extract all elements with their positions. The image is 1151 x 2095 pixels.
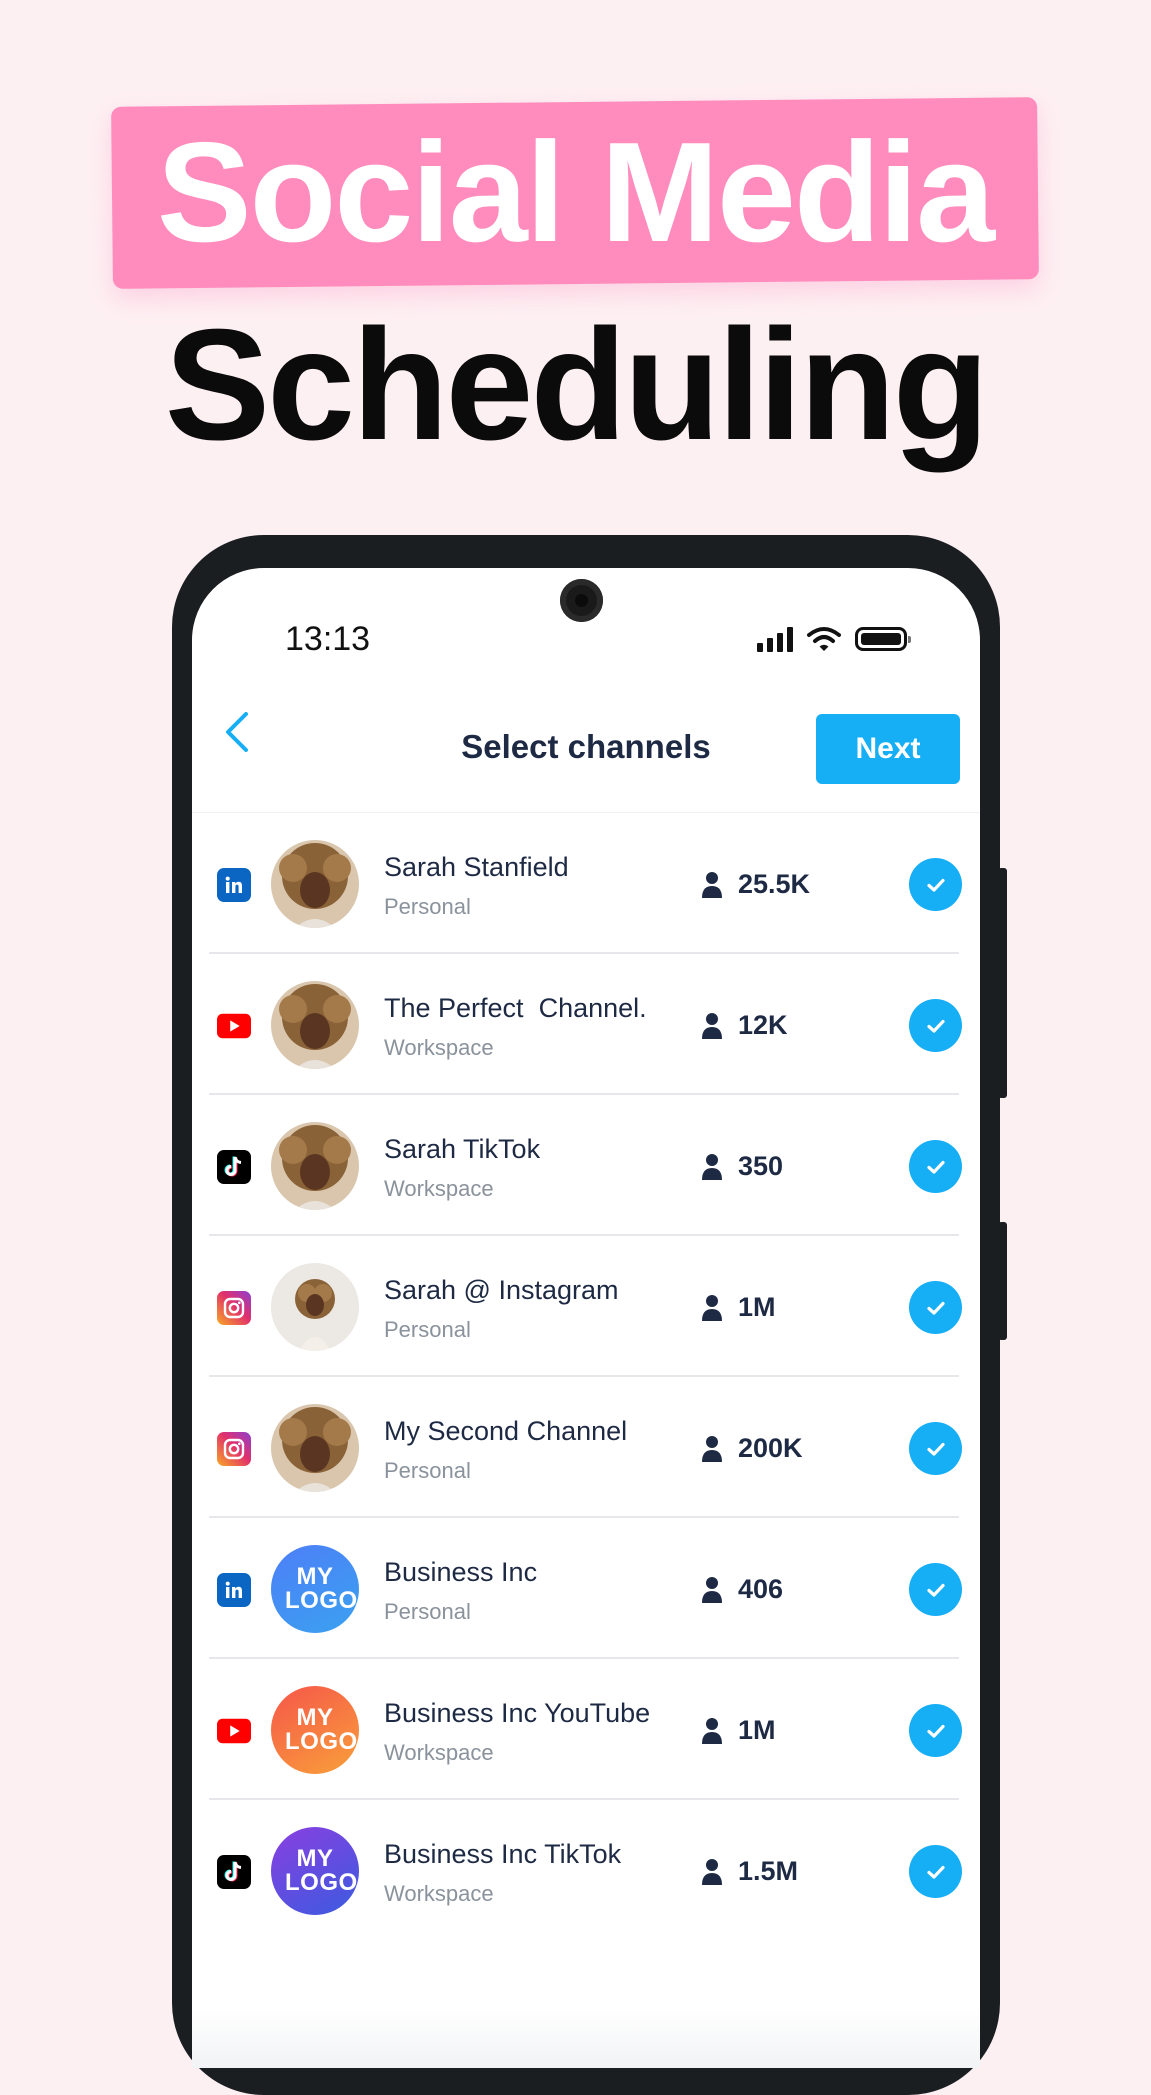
instagram-icon: [217, 1432, 251, 1466]
logo-text: MY LOGO: [285, 1563, 358, 1614]
channel-row[interactable]: Sarah @ Instagram Personal 1M: [209, 1236, 962, 1377]
person-icon: [702, 872, 722, 898]
channel-row[interactable]: My Second Channel Personal 200K: [209, 1377, 962, 1518]
avatar: MY LOGO: [271, 1827, 359, 1915]
person-icon: [702, 1154, 722, 1180]
checkmark-icon: [926, 1160, 945, 1174]
person-icon: [702, 1295, 722, 1321]
phone-side-button: [998, 868, 1007, 1098]
follower-count: 25.5K: [738, 869, 811, 899]
selected-checkbox[interactable]: [909, 1281, 962, 1334]
logo-text: MY LOGO: [285, 1845, 358, 1896]
headline-line-1: Social Media: [156, 113, 995, 272]
checkmark-icon: [926, 1724, 945, 1738]
signal-icon: [757, 626, 793, 652]
channel-type: Personal: [384, 1458, 471, 1483]
follower-count: 200K: [738, 1433, 803, 1463]
channel-name: Sarah Stanfield: [384, 852, 569, 882]
wifi-icon: [807, 627, 841, 651]
battery-icon: [855, 627, 911, 651]
avatar: [271, 1263, 359, 1351]
youtube-icon: [217, 1714, 251, 1748]
linkedin-icon: [217, 868, 251, 902]
phone-screen: 13:13 Select channels Next Sarah Stanfie…: [192, 568, 980, 2068]
avatar: [271, 840, 359, 928]
selected-checkbox[interactable]: [909, 1140, 962, 1193]
avatar: [271, 1404, 359, 1492]
follower-count: 406: [738, 1574, 784, 1604]
checkmark-icon: [926, 878, 945, 892]
channel-name: Business Inc: [384, 1557, 538, 1587]
channel-row[interactable]: MY LOGO Business Inc Personal 406: [209, 1518, 962, 1659]
channel-name: Sarah TikTok: [384, 1134, 541, 1164]
checkmark-icon: [926, 1301, 945, 1315]
person-icon: [702, 1577, 722, 1603]
person-icon: [702, 1436, 722, 1462]
channel-row[interactable]: Sarah TikTok Workspace 350: [209, 1095, 962, 1236]
channel-name: Business Inc YouTube: [384, 1698, 651, 1728]
channel-type: Workspace: [384, 1176, 494, 1201]
channel-row[interactable]: The Perfect Channel. Workspace 12K: [209, 954, 962, 1095]
avatar: [271, 981, 359, 1069]
avatar: MY LOGO: [271, 1545, 359, 1633]
camera-cutout: [560, 579, 603, 622]
selected-checkbox[interactable]: [909, 1422, 962, 1475]
selected-checkbox[interactable]: [909, 1563, 962, 1616]
follower-count: 12K: [738, 1010, 788, 1040]
follower-count: 350: [738, 1151, 784, 1181]
youtube-icon: [217, 1009, 251, 1043]
avatar: [271, 1122, 359, 1210]
avatar: MY LOGO: [271, 1686, 359, 1774]
phone-side-button: [998, 1222, 1007, 1340]
channel-type: Personal: [384, 894, 471, 919]
channel-name: The Perfect Channel.: [384, 993, 647, 1023]
channel-type: Workspace: [384, 1740, 494, 1765]
follower-count: 1.5M: [738, 1856, 799, 1886]
channel-type: Workspace: [384, 1881, 494, 1906]
channel-row[interactable]: MY LOGO Business Inc TikTok Workspace 1.5M: [209, 1800, 962, 1939]
channel-type: Personal: [384, 1317, 471, 1342]
checkmark-icon: [926, 1865, 945, 1879]
logo-text: MY LOGO: [285, 1704, 358, 1755]
tiktok-icon: [217, 1855, 251, 1889]
status-icons: [757, 624, 911, 654]
person-icon: [702, 1013, 722, 1039]
follower-count: 1M: [738, 1715, 776, 1745]
selected-checkbox[interactable]: [909, 1845, 962, 1898]
channel-name: Sarah @ Instagram: [384, 1275, 619, 1305]
selected-checkbox[interactable]: [909, 858, 962, 911]
person-icon: [702, 1859, 722, 1885]
selected-checkbox[interactable]: [909, 1704, 962, 1757]
person-icon: [702, 1718, 722, 1744]
next-button[interactable]: Next: [816, 714, 960, 784]
channel-type: Personal: [384, 1599, 471, 1624]
channel-type: Workspace: [384, 1035, 494, 1060]
status-time: 13:13: [285, 620, 371, 658]
instagram-icon: [217, 1291, 251, 1325]
selected-checkbox[interactable]: [909, 999, 962, 1052]
channel-row[interactable]: Sarah Stanfield Personal 25.5K: [209, 813, 962, 954]
checkmark-icon: [926, 1583, 945, 1597]
tiktok-icon: [217, 1150, 251, 1184]
bottom-fade: [192, 2008, 980, 2068]
channel-name: Business Inc TikTok: [384, 1839, 622, 1869]
follower-count: 1M: [738, 1292, 776, 1322]
channel-list: Sarah Stanfield Personal 25.5K The Perfect …: [209, 813, 962, 1939]
checkmark-icon: [926, 1019, 945, 1033]
channel-name: My Second Channel: [384, 1416, 628, 1446]
linkedin-icon: [217, 1573, 251, 1607]
channel-row[interactable]: MY LOGO Business Inc YouTube Workspace 1M: [209, 1659, 962, 1800]
headline-line-2: Scheduling: [164, 297, 990, 473]
checkmark-icon: [926, 1442, 945, 1456]
